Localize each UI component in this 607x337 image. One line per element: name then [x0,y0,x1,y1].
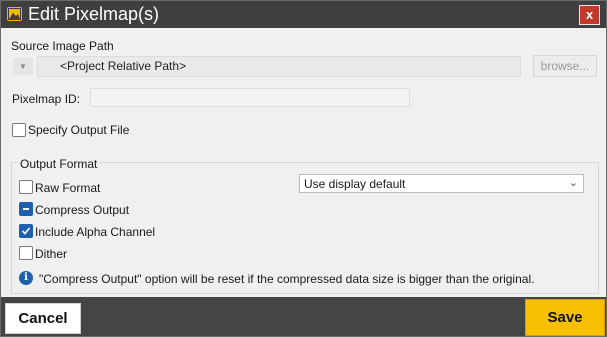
browse-button[interactable]: browse... [533,55,597,77]
specify-output-file-checkbox[interactable] [12,123,26,137]
footer-bar [1,297,606,336]
info-icon: i [19,271,33,285]
format-select[interactable]: Use display default ⌄ [299,174,584,193]
compress-info-message: "Compress Output" option will be reset i… [39,272,535,286]
dialog-title: Edit Pixelmap(s) [28,4,160,24]
format-select-value: Use display default [304,177,406,191]
edit-pixelmap-dialog: Edit Pixelmap(s) x Source Image Path ▼ <… [0,0,607,337]
cancel-button[interactable]: Cancel [5,303,81,334]
title-bar: Edit Pixelmap(s) x [1,1,606,28]
chevron-down-icon: ⌄ [568,177,578,189]
source-image-path-label: Source Image Path [11,39,114,53]
path-type-dropdown[interactable]: ▼ [13,58,33,75]
compress-output-checkbox[interactable] [19,202,33,216]
source-path-field[interactable]: <Project Relative Path> [37,56,521,77]
pixelmap-id-input[interactable] [90,88,410,107]
dither-checkbox[interactable] [19,246,33,260]
output-format-title: Output Format [17,157,101,171]
include-alpha-channel-checkbox[interactable] [19,224,33,238]
compress-output-label: Compress Output [35,203,130,217]
dither-label: Dither [35,247,68,261]
include-alpha-channel-label: Include Alpha Channel [35,225,156,239]
pixelmap-id-label: Pixelmap ID: [12,92,81,106]
source-path-value: <Project Relative Path> [60,59,187,73]
chevron-down-icon: ▼ [19,62,27,71]
raw-format-checkbox[interactable] [19,180,33,194]
save-button[interactable]: Save [525,299,605,336]
raw-format-label: Raw Format [35,181,101,195]
specify-output-file-label: Specify Output File [28,123,130,137]
image-icon [7,7,22,21]
close-icon[interactable]: x [579,5,600,25]
